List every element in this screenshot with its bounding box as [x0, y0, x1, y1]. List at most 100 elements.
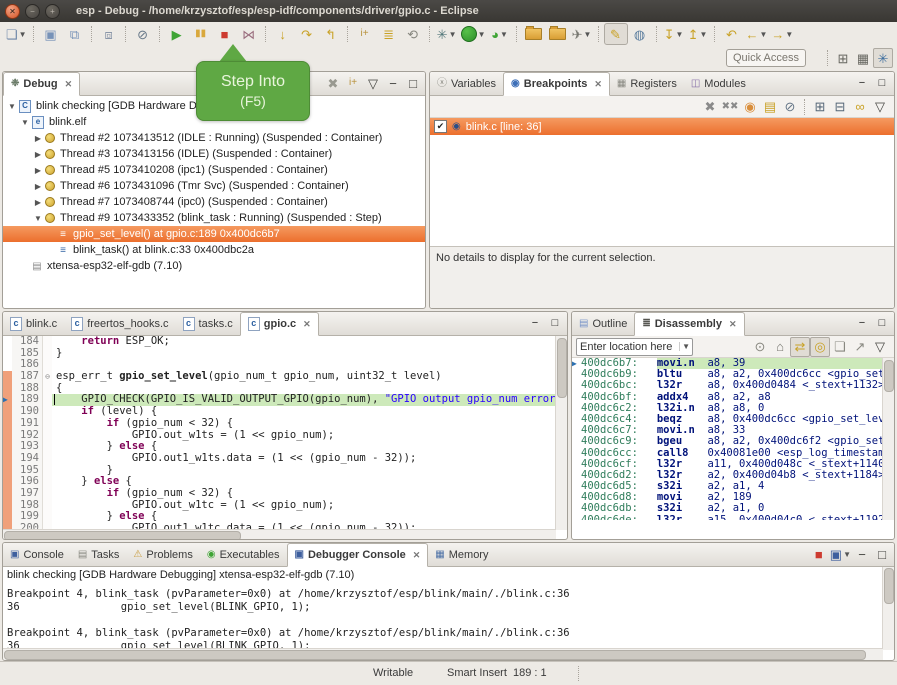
- location-input[interactable]: Enter location here ▼: [576, 338, 693, 356]
- line-number[interactable]: 184: [12, 336, 43, 348]
- console-horizontal-scrollbar[interactable]: [3, 648, 883, 660]
- code-text[interactable]: GPIO_CHECK(GPIO_IS_VALID_OUTPUT_GPIO(gpi…: [52, 394, 556, 406]
- tab-blink-c[interactable]: cblink.c: [3, 312, 64, 335]
- launch-icon[interactable]: ✈▼: [570, 23, 594, 45]
- editor-annotation-column[interactable]: [3, 371, 12, 383]
- code-line[interactable]: 184 return ESP_OK;: [3, 336, 556, 348]
- chevron-down-icon[interactable]: ▼: [675, 30, 683, 39]
- remove-selected-breakpoints-icon[interactable]: ✖: [700, 97, 720, 117]
- open-perspective-icon[interactable]: ⊞: [833, 48, 853, 68]
- debug-tree-item[interactable]: ≡blink_task() at blink.c:33 0x400dbc2a: [3, 242, 425, 258]
- export-icon[interactable]: ↗: [850, 337, 870, 357]
- tree-expanded-icon[interactable]: ▼: [7, 102, 17, 111]
- code-text[interactable]: }: [52, 348, 556, 360]
- debug-tree-item[interactable]: ▶Thread #7 1073408744 (ipc0) (Suspended …: [3, 194, 425, 210]
- code-line[interactable]: 185}: [3, 348, 556, 360]
- window-maximize-icon[interactable]: +: [45, 4, 60, 19]
- cpp-perspective-icon[interactable]: ▦: [853, 48, 873, 68]
- code-text[interactable]: if (gpio_num < 32) {: [52, 418, 556, 430]
- code-text[interactable]: esp_err_t gpio_set_level(gpio_num_t gpio…: [52, 371, 556, 383]
- tab-executables[interactable]: ◉Executables: [200, 543, 287, 566]
- step-over-icon[interactable]: ↷: [295, 23, 319, 45]
- new-wizard-icon[interactable]: ❏▼: [4, 23, 29, 45]
- line-number[interactable]: 197: [12, 488, 43, 500]
- close-icon[interactable]: ✕: [303, 319, 311, 330]
- editor-annotation-column[interactable]: [3, 500, 12, 512]
- debug-tree-item[interactable]: ▼Thread #9 1073433352 (blink_task : Runn…: [3, 210, 425, 226]
- code-line[interactable]: 194 GPIO.out1_w1ts.data = (1 << (gpio_nu…: [3, 453, 556, 465]
- minimize-icon[interactable]: −: [852, 73, 872, 93]
- open-file-icon[interactable]: [522, 23, 546, 45]
- console-vertical-scrollbar[interactable]: [882, 567, 894, 650]
- show-source-icon[interactable]: ⇄: [790, 337, 810, 357]
- chevron-down-icon[interactable]: ▼: [449, 30, 457, 39]
- minimize-icon[interactable]: −: [852, 313, 872, 333]
- chevron-down-icon[interactable]: ▼: [760, 30, 768, 39]
- scrollbar-thumb[interactable]: [884, 360, 894, 392]
- code-text[interactable]: GPIO.out1_w1ts.data = (1 << (gpio_num - …: [52, 453, 556, 465]
- resume-icon[interactable]: ▶: [165, 23, 189, 45]
- disconnect-icon[interactable]: ⋈: [237, 23, 261, 45]
- editor-annotation-column[interactable]: [3, 465, 12, 477]
- minimize-icon[interactable]: −: [852, 544, 872, 564]
- close-icon[interactable]: ✕: [413, 550, 421, 561]
- remove-all-terminated-icon[interactable]: ✖: [323, 73, 343, 93]
- display-selected-console-icon[interactable]: ▣▼: [829, 544, 852, 564]
- editor-annotation-column[interactable]: ▶: [3, 394, 12, 406]
- tree-collapsed-icon[interactable]: ▶: [33, 150, 43, 159]
- disassembly-vertical-scrollbar[interactable]: [882, 358, 894, 520]
- close-icon[interactable]: ✕: [65, 79, 73, 90]
- code-line[interactable]: 186: [3, 359, 556, 371]
- run-icon[interactable]: ▼: [459, 23, 488, 45]
- tab-outline[interactable]: ▤Outline: [572, 312, 634, 335]
- view-menu-icon[interactable]: ▽: [363, 73, 383, 93]
- debug-tree-item[interactable]: ▶Thread #3 1073413156 (IDLE) (Suspended …: [3, 146, 425, 162]
- open-project-icon[interactable]: [546, 23, 570, 45]
- editor-annotation-column[interactable]: [3, 430, 12, 442]
- open-web-browser-icon[interactable]: ◍: [628, 23, 652, 45]
- previous-annotation-icon[interactable]: ↥▼: [686, 23, 710, 45]
- debug-icon[interactable]: ✳▼: [435, 23, 459, 45]
- code-line[interactable]: 199 } else {: [3, 511, 556, 523]
- address-lock-icon[interactable]: ⊙: [750, 337, 770, 357]
- code-line[interactable]: 198 GPIO.out_w1tc = (1 << gpio_num);: [3, 500, 556, 512]
- tab-breakpoints[interactable]: ◉Breakpoints✕: [503, 72, 610, 96]
- editor-annotation-column[interactable]: [3, 406, 12, 418]
- code-text[interactable]: GPIO.out_w1tc = (1 << gpio_num);: [52, 500, 556, 512]
- code-line[interactable]: 192 GPIO.out_w1ts = (1 << gpio_num);: [3, 430, 556, 442]
- terminate-icon[interactable]: ■: [809, 544, 829, 564]
- save-all-icon[interactable]: ⧉: [63, 23, 87, 45]
- view-menu-icon[interactable]: ▽: [870, 337, 890, 357]
- editor-annotation-column[interactable]: [3, 511, 12, 523]
- instruction-stepping-icon[interactable]: i+: [353, 23, 377, 45]
- debug-tree-item[interactable]: ▤xtensa-esp32-elf-gdb (7.10): [3, 258, 425, 274]
- chevron-down-icon[interactable]: ▼: [19, 30, 27, 39]
- tab-console[interactable]: ▣Console: [3, 543, 71, 566]
- minimize-icon[interactable]: −: [525, 313, 545, 333]
- code-text[interactable]: } else {: [52, 476, 556, 488]
- code-text[interactable]: {: [52, 383, 556, 395]
- scrollbar-thumb[interactable]: [4, 531, 241, 540]
- home-icon[interactable]: ⌂: [770, 337, 790, 357]
- chevron-down-icon[interactable]: ▼: [843, 550, 851, 559]
- chevron-down-icon[interactable]: ▼: [699, 30, 707, 39]
- maximize-icon[interactable]: □: [872, 313, 892, 333]
- tree-expanded-icon[interactable]: ▼: [33, 214, 43, 223]
- tab-problems[interactable]: ⚠Problems: [126, 543, 199, 566]
- link-with-debug-view-icon[interactable]: ∞: [850, 97, 870, 117]
- code-line[interactable]: ▶189 GPIO_CHECK(GPIO_IS_VALID_OUTPUT_GPI…: [3, 394, 556, 406]
- disassembly-line[interactable]: 400dc6de: l32r a15, 0x400d04c0 <_stext+1…: [572, 515, 894, 520]
- tab-registers[interactable]: ▦Registers: [610, 72, 684, 95]
- editor-vertical-scrollbar[interactable]: [555, 336, 567, 530]
- code-text[interactable]: if (gpio_num < 32) {: [52, 488, 556, 500]
- code-text[interactable]: } else {: [52, 511, 556, 523]
- code-line[interactable]: 195 }: [3, 465, 556, 477]
- scrollbar-thumb[interactable]: [884, 568, 894, 604]
- forward-icon[interactable]: →▼: [769, 23, 795, 45]
- terminate-icon[interactable]: ■: [213, 23, 237, 45]
- skip-all-breakpoints-icon[interactable]: ⊘: [780, 97, 800, 117]
- close-icon[interactable]: ✕: [729, 319, 737, 330]
- last-edit-location-icon[interactable]: ↶: [720, 23, 744, 45]
- tab-gpio-c[interactable]: cgpio.c✕: [240, 312, 319, 336]
- disassembly-listing[interactable]: ▶400dc6b7: movi.n a8, 39400dc6b9: bltu a…: [572, 358, 894, 520]
